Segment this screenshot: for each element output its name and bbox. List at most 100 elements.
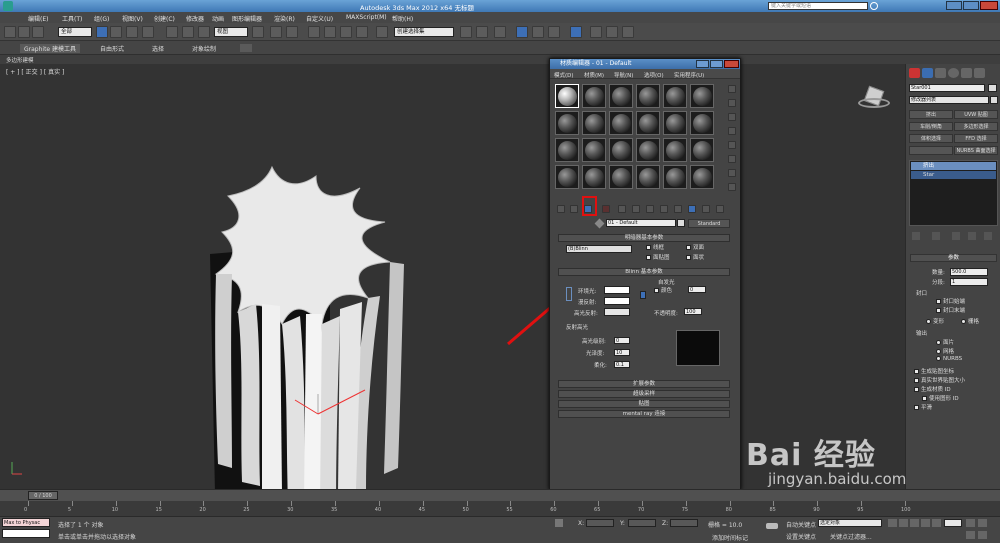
segments-field[interactable]: 1 (950, 278, 988, 286)
material-type-button[interactable]: Standard (688, 219, 730, 228)
curve-editor-icon[interactable] (532, 26, 544, 38)
maximize-viewport-icon[interactable] (978, 531, 987, 539)
make-unique-material-icon[interactable] (632, 205, 640, 213)
time-slider-thumb[interactable]: 0 / 100 (28, 491, 58, 500)
search-icon[interactable] (870, 2, 878, 10)
object-name-field[interactable]: Star001 (909, 84, 985, 92)
use-shape-ids-checkbox[interactable]: 使用图形 ID (922, 394, 959, 402)
supersampling-rollout[interactable]: 超级采样 (558, 390, 730, 398)
next-frame-icon[interactable] (921, 519, 930, 527)
material-sample-slot[interactable] (663, 84, 687, 108)
menu-maxscript[interactable]: MAXScript(M) (346, 14, 387, 21)
grid-radio[interactable]: 栅格 (961, 317, 979, 325)
orbit-icon[interactable] (966, 531, 975, 539)
med-maximize-button[interactable] (710, 60, 723, 68)
material-sample-slot[interactable] (690, 111, 714, 135)
angle-snap-icon[interactable] (324, 26, 336, 38)
parameters-rollout[interactable]: 参数 (910, 254, 997, 262)
material-sample-slot[interactable] (636, 111, 660, 135)
get-material-icon[interactable] (557, 205, 565, 213)
selected-objects-dropdown[interactable]: 选定对象 (818, 519, 882, 527)
make-preview-icon[interactable] (728, 155, 736, 163)
search-field[interactable]: 键入关键字或短语 (768, 2, 868, 10)
rotate-icon[interactable] (182, 26, 194, 38)
show-map-in-viewport-icon[interactable] (674, 205, 682, 213)
material-sample-slot[interactable] (582, 138, 606, 162)
named-selection-dropdown[interactable]: 创建选择集 (394, 27, 454, 37)
maxscript-listener[interactable]: Max to Physac (2, 518, 50, 527)
mirror-icon[interactable] (460, 26, 472, 38)
material-sample-slot[interactable] (690, 84, 714, 108)
pivot-center-icon[interactable] (252, 26, 264, 38)
z-coord-field[interactable] (670, 519, 698, 527)
extrude-button[interactable]: 挤出 (909, 110, 953, 119)
uvw-map-button[interactable]: UVW 贴图 (954, 110, 998, 119)
pick-material-icon[interactable] (594, 218, 605, 229)
object-color-swatch[interactable] (988, 84, 997, 92)
material-sample-slot[interactable] (663, 138, 687, 162)
mental-ray-rollout[interactable]: mental ray 连接 (558, 410, 730, 418)
gen-mapping-checkbox[interactable]: 生成贴图坐标 (914, 367, 954, 375)
select-by-material-icon[interactable] (728, 183, 736, 191)
med-minimize-button[interactable] (696, 60, 709, 68)
two-sided-checkbox[interactable]: 双面 (686, 243, 704, 251)
select-manipulate-icon[interactable] (270, 26, 282, 38)
video-color-check-icon[interactable] (728, 141, 736, 149)
make-unique-icon[interactable] (952, 232, 960, 240)
select-object-icon[interactable] (96, 26, 108, 38)
material-sample-slot[interactable] (582, 111, 606, 135)
specular-color-swatch[interactable] (604, 308, 630, 316)
empty-mod-button[interactable] (909, 146, 953, 155)
output-nurbs-radio[interactable]: NURBS (936, 356, 962, 362)
configure-sets-icon[interactable] (984, 232, 992, 240)
window-crossing-icon[interactable] (142, 26, 154, 38)
menu-rendering[interactable]: 渲染(R) (274, 14, 295, 23)
tab-selection[interactable]: 选择 (152, 44, 164, 53)
material-sample-slot[interactable] (636, 138, 660, 162)
schematic-view-icon[interactable] (548, 26, 560, 38)
stack-item-extrude[interactable]: 挤出 (911, 162, 996, 170)
material-sample-slot[interactable] (663, 111, 687, 135)
menu-customize[interactable]: 自定义(U) (306, 14, 333, 23)
material-sample-slot[interactable] (609, 138, 633, 162)
diffuse-map-button[interactable] (640, 291, 646, 299)
lock-ambient-diffuse-icon[interactable] (566, 287, 572, 301)
faceted-checkbox[interactable]: 面状 (686, 253, 704, 261)
align-icon[interactable] (476, 26, 488, 38)
diffuse-color-swatch[interactable] (604, 297, 630, 305)
menu-graph-editors[interactable]: 图形编辑器 (232, 14, 262, 23)
morph-radio[interactable]: 变形 (926, 317, 944, 325)
face-map-checkbox[interactable]: 面贴图 (646, 253, 670, 261)
display-tab-icon[interactable] (961, 68, 972, 78)
backlight-icon[interactable] (728, 99, 736, 107)
hierarchy-tab-icon[interactable] (935, 68, 946, 78)
scale-icon[interactable] (198, 26, 210, 38)
shader-basic-params-rollout[interactable]: 明暗器基本参数 (558, 234, 730, 242)
wire-checkbox[interactable]: 线框 (646, 243, 664, 251)
x-coord-field[interactable] (586, 519, 614, 527)
opacity-field[interactable]: 100 (684, 308, 702, 315)
amount-field[interactable]: 500.0 (950, 268, 988, 276)
ref-coord-dropdown[interactable]: 视图 (214, 27, 248, 37)
self-illum-value-field[interactable]: 0 (688, 286, 706, 293)
modifier-list-dropdown[interactable]: 修改器列表 (909, 96, 989, 104)
zoom-icon[interactable] (966, 519, 975, 527)
set-key-label[interactable]: 设置关键点 (786, 532, 816, 541)
keyboard-shortcut-icon[interactable] (286, 26, 298, 38)
menu-edit[interactable]: 编辑(E) (28, 14, 48, 23)
shader-type-dropdown[interactable]: (B)Blinn (566, 245, 632, 253)
y-coord-field[interactable] (628, 519, 656, 527)
close-button[interactable] (980, 1, 998, 10)
play-icon[interactable] (910, 519, 919, 527)
smooth-checkbox[interactable]: 平滑 (914, 403, 932, 411)
graphite-toggle-icon[interactable] (516, 26, 528, 38)
menu-animation[interactable]: 动画 (212, 14, 224, 23)
med-menu-mode[interactable]: 模式(D) (554, 71, 574, 79)
rendered-frame-icon[interactable] (606, 26, 618, 38)
chevron-down-icon[interactable] (990, 96, 998, 104)
output-mesh-radio[interactable]: 网格 (936, 347, 954, 355)
goto-start-icon[interactable] (888, 519, 897, 527)
med-menu-options[interactable]: 选项(O) (644, 71, 664, 79)
minimize-button[interactable] (946, 1, 962, 10)
menu-tools[interactable]: 工具(T) (62, 14, 82, 23)
